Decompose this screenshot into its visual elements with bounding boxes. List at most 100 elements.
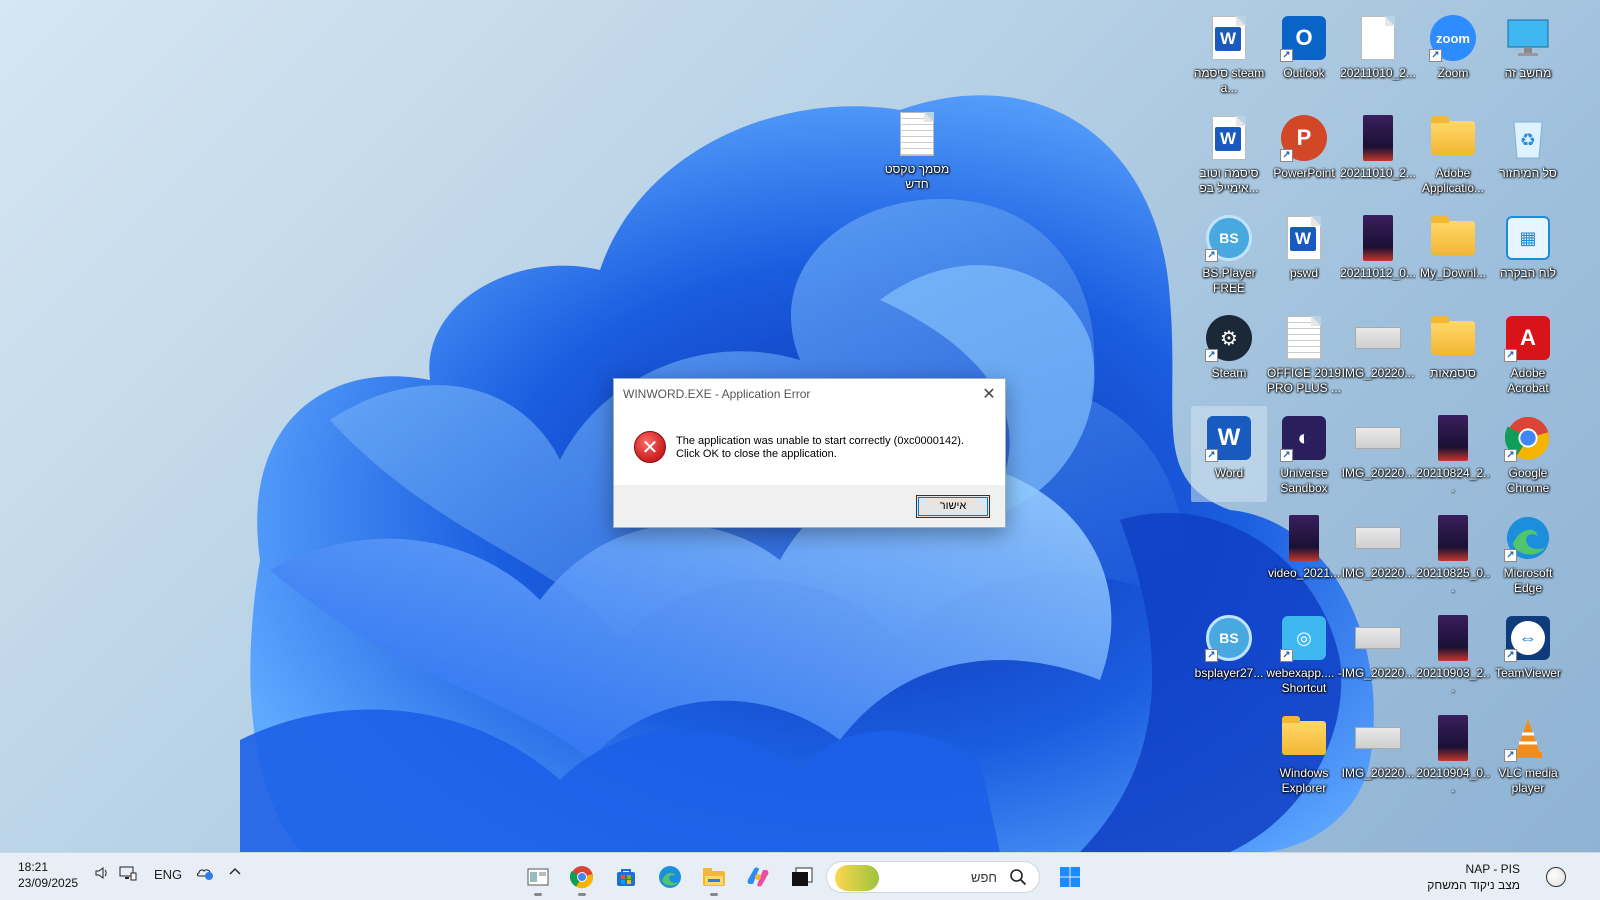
edge-icon[interactable] <box>650 857 690 897</box>
volume-icon[interactable] <box>94 865 110 881</box>
video-thumbnail-icon <box>1280 514 1328 562</box>
desktop-icon-label: Word <box>1214 466 1244 480</box>
desktop-icon[interactable]: ↗ VLC media player <box>1490 706 1566 802</box>
network-icon[interactable] <box>119 865 137 881</box>
clock[interactable]: 18:21 23/09/2025 <box>18 859 78 891</box>
desktop-icon[interactable]: ⚙ ↗ Steam <box>1191 306 1267 402</box>
desktop-icon[interactable]: IMG_20220... <box>1340 306 1416 402</box>
dialog-title: WINWORD.EXE - Application Error <box>623 387 811 401</box>
start-icon[interactable] <box>1050 857 1090 897</box>
desktop-icon-label: Adobe Applicatio... <box>1421 166 1485 195</box>
bsplayer-icon: BS ↗ <box>1205 614 1253 662</box>
desktop-icon[interactable]: סיסמאות <box>1415 306 1491 402</box>
desktop-icon-label: לוח הבקרה <box>1500 266 1556 280</box>
desktop-icon[interactable]: zoom ↗ Zoom <box>1415 6 1491 102</box>
desktop-icon[interactable]: 20211010_2... <box>1340 6 1416 102</box>
store-icon[interactable] <box>606 857 646 897</box>
desktop-icon[interactable]: O ↗ Outlook <box>1266 6 1342 102</box>
ok-button[interactable]: אישור <box>916 494 990 518</box>
desktop-icon[interactable]: מסמך טקסט חדש <box>879 102 955 198</box>
soccer-ball-icon[interactable] <box>1546 867 1566 887</box>
language-indicator[interactable]: ENG <box>154 867 182 882</box>
widget-line2: מצב ניקוד המשחק <box>1427 878 1520 892</box>
desktop-icon[interactable]: מחשב זה <box>1490 6 1566 102</box>
desktop-icon[interactable]: ◎ ↗ webexapp.... - Shortcut <box>1266 606 1342 702</box>
desktop-icon[interactable]: Wpswd <box>1266 206 1342 302</box>
desktop-icon[interactable]: 20211010_2... <box>1340 106 1416 202</box>
widget-line1: NAP - PIS <box>1465 862 1520 876</box>
desktop-icon-label: OFFICE 2019 PRO PLUS ... <box>1266 366 1342 395</box>
vlc-icon: ↗ <box>1504 714 1552 762</box>
desktop-icon[interactable]: Windows Explorer <box>1266 706 1342 802</box>
folder-icon <box>1429 214 1477 262</box>
desktop-icon-label: סיסמה וטוב אימייל בפ... <box>1199 166 1259 195</box>
shortcut-arrow-icon: ↗ <box>1205 349 1218 362</box>
blank-document-icon <box>1354 14 1402 62</box>
outlook-icon: O ↗ <box>1280 14 1328 62</box>
desktop-icon[interactable]: 20210825_0... <box>1415 506 1491 602</box>
desktop-icon[interactable]: 20210903_2... <box>1415 606 1491 702</box>
task-view-icon[interactable] <box>518 857 558 897</box>
chevron-up-icon[interactable] <box>228 865 242 879</box>
zoom-icon: zoom ↗ <box>1429 14 1477 62</box>
desktop-icon-label: Google Chrome <box>1506 466 1550 495</box>
desktop-icon[interactable]: W ↗ Word <box>1191 406 1267 502</box>
desktop-icon[interactable]: 20210904_0... <box>1415 706 1491 802</box>
desktop-icon[interactable]: A ↗ Adobe Acrobat <box>1490 306 1566 402</box>
desktop-icon[interactable]: ◐ ↗ Universe Sandbox <box>1266 406 1342 502</box>
acrobat-icon: A ↗ <box>1504 314 1552 362</box>
shortcut-arrow-icon: ↗ <box>1504 749 1517 762</box>
powerpoint-icon: P ↗ <box>1280 114 1328 162</box>
text-document-icon <box>893 110 941 158</box>
webex-icon: ◎ ↗ <box>1280 614 1328 662</box>
copilot-icon[interactable] <box>738 857 778 897</box>
desktop-icon[interactable]: 20211012_0... <box>1340 206 1416 302</box>
desktop-icon-label: Windows Explorer <box>1279 766 1329 795</box>
desktop-icon[interactable]: BS ↗ bsplayer27... <box>1191 606 1267 702</box>
dialog-body: ✕ The application was unable to start co… <box>614 409 1005 486</box>
terminal-icon[interactable] <box>782 857 822 897</box>
onedrive-icon[interactable] <box>196 865 214 881</box>
shortcut-arrow-icon: ↗ <box>1504 549 1517 562</box>
desktop-icon[interactable]: ↗ Google Chrome <box>1490 406 1566 502</box>
dialog-titlebar[interactable]: WINWORD.EXE - Application Error ✕ <box>614 379 1005 409</box>
shortcut-arrow-icon: ↗ <box>1280 649 1293 662</box>
file-explorer-icon[interactable] <box>694 857 734 897</box>
universe-sandbox-icon: ◐ ↗ <box>1280 414 1328 462</box>
shortcut-arrow-icon: ↗ <box>1429 49 1442 62</box>
desktop-icon[interactable]: ⇔ ↗ TeamViewer <box>1490 606 1566 702</box>
error-dialog: WINWORD.EXE - Application Error ✕ ✕ The … <box>613 378 1006 528</box>
desktop-icon[interactable]: Adobe Applicatio... <box>1415 106 1491 202</box>
desktop-icon[interactable]: IMG_20220... <box>1340 706 1416 802</box>
monitor-icon <box>1504 14 1552 62</box>
desktop-icon[interactable]: BS ↗ BS.Player FREE <box>1191 206 1267 302</box>
widget-weather[interactable]: NAP - PIS מצב ניקוד המשחק <box>1427 861 1520 893</box>
desktop-icon-label: Microsoft Edge <box>1503 566 1553 595</box>
desktop-icon[interactable]: IMG_20220... <box>1340 506 1416 602</box>
word-document-icon: W <box>1205 14 1253 62</box>
close-icon[interactable]: ✕ <box>973 379 1005 409</box>
desktop-icon[interactable]: My_Downl... <box>1415 206 1491 302</box>
desktop-icon[interactable]: ↗ Microsoft Edge <box>1490 506 1566 602</box>
search-input[interactable]: חפש <box>826 861 1040 893</box>
desktop-icon[interactable]: ♻ סל המיחזור <box>1490 106 1566 202</box>
desktop-icon[interactable]: video_2021... <box>1266 506 1342 602</box>
search-placeholder: חפש <box>971 869 997 885</box>
desktop-icon[interactable]: IMG_20220... <box>1340 606 1416 702</box>
desktop-icon[interactable]: ▦ לוח הבקרה <box>1490 206 1566 302</box>
clock-time: 18:21 <box>18 860 49 874</box>
desktop-icon-label: IMG_20220... <box>1341 566 1415 580</box>
chrome-icon[interactable] <box>562 857 602 897</box>
dialog-footer: אישור <box>614 485 1005 527</box>
desktop-icon-label: TeamViewer <box>1495 666 1561 680</box>
desktop-icon[interactable]: P ↗ PowerPoint <box>1266 106 1342 202</box>
desktop-icon[interactable]: W סיסמה steam a... <box>1191 6 1267 102</box>
desktop-icon-label: My_Downl... <box>1419 266 1487 280</box>
desktop-icon[interactable]: IMG_20220... <box>1340 406 1416 502</box>
desktop-icon-label: 20210903_2... <box>1416 666 1490 695</box>
desktop-icon[interactable]: OFFICE 2019 PRO PLUS ... <box>1266 306 1342 402</box>
desktop-icon[interactable]: 20210824_2... <box>1415 406 1491 502</box>
desktop-icon-label: IMG_20220... <box>1341 366 1415 380</box>
video-thumbnail-icon <box>1354 214 1402 262</box>
desktop-icon[interactable]: W סיסמה וטוב אימייל בפ... <box>1191 106 1267 202</box>
